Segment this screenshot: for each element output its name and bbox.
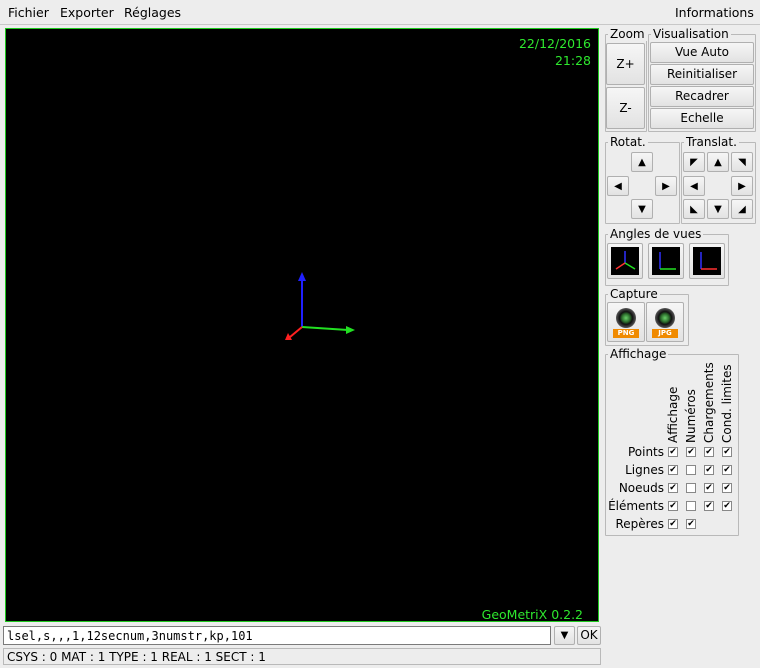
view-side-button[interactable] <box>648 243 684 279</box>
capture-png-button[interactable]: PNG <box>607 302 645 342</box>
capture-title: Capture <box>608 287 660 301</box>
status-bar: CSYS : 0 MAT : 1 TYPE : 1 REAL : 1 SECT … <box>3 648 601 665</box>
translate-up-button[interactable]: ▲ <box>707 152 729 172</box>
translate-down-button[interactable]: ▼ <box>707 199 729 219</box>
capture-jpg-button[interactable]: JPG <box>646 302 684 342</box>
display-checkbox[interactable]: ✔ <box>686 519 696 529</box>
viewport-time: 21:28 <box>554 53 591 68</box>
col-affichage: Affichage <box>666 386 680 443</box>
display-row-label: Éléments <box>608 499 664 513</box>
arrow-up-right-icon: ◥ <box>738 156 746 168</box>
arrow-up-icon: ▲ <box>638 156 646 168</box>
view-side-icon <box>659 252 676 270</box>
arrow-right-icon: ▶ <box>738 180 746 192</box>
display-row-label: Noeuds <box>618 481 664 495</box>
camera-icon <box>616 308 636 328</box>
rotate-right-button[interactable]: ▶ <box>655 176 677 196</box>
rotate-down-button[interactable]: ▼ <box>631 199 653 219</box>
rotate-left-button[interactable]: ◀ <box>607 176 629 196</box>
3d-viewport[interactable]: 22/12/2016 21:28 GeoMetriX 0.2.2 <box>5 28 599 622</box>
rotate-up-button[interactable]: ▲ <box>631 152 653 172</box>
display-checkbox[interactable]: ✔ <box>668 465 678 475</box>
translate-up-right-button[interactable]: ◥ <box>731 152 753 172</box>
menu-exporter[interactable]: Exporter <box>60 5 114 20</box>
translate-down-left-button[interactable]: ◣ <box>683 199 705 219</box>
col-numeros: Numéros <box>684 389 698 443</box>
zoom-out-button[interactable]: Z- <box>606 87 645 129</box>
view-iso-icon <box>615 251 636 270</box>
menu-bar: Fichier Exporter Réglages Informations <box>0 0 760 25</box>
png-label: PNG <box>613 329 639 338</box>
display-checkbox[interactable] <box>686 465 696 475</box>
command-history-dropdown[interactable]: ▼ <box>554 626 575 645</box>
view-angles-title: Angles de vues <box>608 227 704 241</box>
vue-auto-button[interactable]: Vue Auto <box>650 42 754 63</box>
display-checkbox[interactable]: ✔ <box>686 447 696 457</box>
echelle-button[interactable]: Echelle <box>650 108 754 129</box>
command-input[interactable]: lsel,s,,,1,12secnum,3numstr,kp,101 <box>3 626 551 645</box>
zoom-in-button[interactable]: Z+ <box>606 43 645 85</box>
display-checkbox[interactable]: ✔ <box>704 501 714 511</box>
arrow-down-icon: ▼ <box>638 203 646 215</box>
display-row-label: Lignes <box>625 463 664 477</box>
display-checkbox[interactable]: ✔ <box>668 447 678 457</box>
arrow-down-right-icon: ◢ <box>738 203 746 215</box>
display-checkbox[interactable]: ✔ <box>722 465 732 475</box>
menu-reglages[interactable]: Réglages <box>124 5 181 20</box>
menu-informations[interactable]: Informations <box>675 5 754 20</box>
translate-left-button[interactable]: ◀ <box>683 176 705 196</box>
view-front-icon <box>700 252 717 270</box>
translate-up-left-button[interactable]: ◤ <box>683 152 705 172</box>
jpg-label: JPG <box>652 329 678 338</box>
display-row-label: Points <box>627 445 664 459</box>
col-chargements: Chargements <box>702 362 716 443</box>
display-checkbox[interactable]: ✔ <box>722 447 732 457</box>
camera-icon <box>655 308 675 328</box>
ok-button[interactable]: OK <box>577 626 601 645</box>
visualisation-title: Visualisation <box>651 27 731 41</box>
rotation-title: Rotat. <box>608 135 648 149</box>
recadrer-button[interactable]: Recadrer <box>650 86 754 107</box>
display-checkbox[interactable]: ✔ <box>704 465 714 475</box>
translation-title: Translat. <box>684 135 739 149</box>
display-checkbox[interactable]: ✔ <box>722 483 732 493</box>
translate-right-button[interactable]: ▶ <box>731 176 753 196</box>
view-front-button[interactable] <box>689 243 725 279</box>
display-checkbox[interactable]: ✔ <box>722 501 732 511</box>
arrow-left-icon: ◀ <box>614 180 622 192</box>
viewport-date: 22/12/2016 <box>518 36 591 51</box>
reinitialiser-button[interactable]: Reinitialiser <box>650 64 754 85</box>
arrow-right-icon: ▶ <box>662 180 670 192</box>
zoom-title: Zoom <box>608 27 647 41</box>
menu-fichier[interactable]: Fichier <box>8 5 49 20</box>
viewport-brand: GeoMetriX 0.2.2 <box>481 607 583 622</box>
display-checkbox[interactable] <box>686 483 696 493</box>
axis-triad-icon <box>285 272 355 340</box>
display-title: Affichage <box>608 347 669 361</box>
display-checkbox[interactable]: ✔ <box>704 483 714 493</box>
arrow-up-left-icon: ◤ <box>690 156 698 168</box>
chevron-down-icon: ▼ <box>560 630 569 641</box>
col-cond-limites: Cond. limites <box>720 364 734 443</box>
display-checkbox[interactable]: ✔ <box>668 501 678 511</box>
translate-down-right-button[interactable]: ◢ <box>731 199 753 219</box>
display-checkbox[interactable] <box>686 501 696 511</box>
arrow-left-icon: ◀ <box>690 180 698 192</box>
display-row-label: Repères <box>615 517 665 531</box>
arrow-down-icon: ▼ <box>714 203 722 215</box>
arrow-up-icon: ▲ <box>714 156 722 168</box>
view-iso-button[interactable] <box>607 243 643 279</box>
display-checkbox[interactable]: ✔ <box>704 447 714 457</box>
display-checkbox[interactable]: ✔ <box>668 483 678 493</box>
arrow-down-left-icon: ◣ <box>690 203 698 215</box>
display-checkbox[interactable]: ✔ <box>668 519 678 529</box>
